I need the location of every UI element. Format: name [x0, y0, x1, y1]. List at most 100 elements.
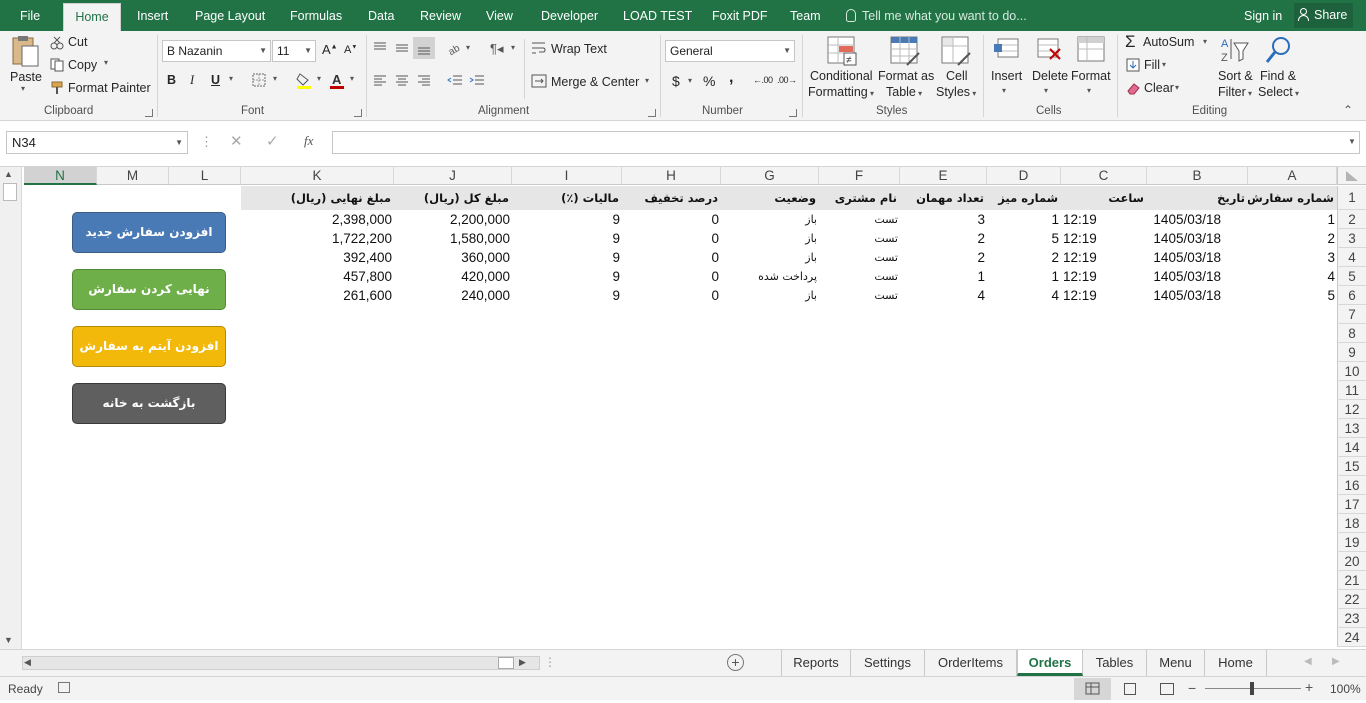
row-header[interactable]: 3: [1337, 229, 1366, 248]
percent-button[interactable]: %: [703, 73, 715, 89]
header-cell-discount[interactable]: درصد تخفیف: [622, 186, 721, 210]
prev-sheet-icon[interactable]: ◀: [1304, 656, 1312, 667]
cancel-icon[interactable]: ✕: [230, 132, 243, 150]
row-header[interactable]: 4: [1337, 248, 1366, 267]
table-cell[interactable]: 1,722,200: [241, 229, 394, 248]
hscroll-thumb[interactable]: [498, 657, 514, 669]
table-cell[interactable]: تست: [819, 229, 900, 248]
table-cell[interactable]: 9: [512, 248, 622, 267]
table-cell[interactable]: 12:19: [1061, 229, 1147, 248]
back-to-home-button[interactable]: بازگشت به خانه: [72, 383, 226, 424]
zoom-level[interactable]: 100%: [1330, 682, 1361, 696]
number-format-select[interactable]: General ▼: [665, 40, 795, 62]
tell-me-box[interactable]: Tell me what you want to do...: [846, 0, 1027, 31]
font-color-icon[interactable]: A: [329, 72, 345, 92]
sheet-tab-settings[interactable]: Settings: [851, 650, 925, 676]
table-cell[interactable]: باز: [721, 248, 819, 267]
increase-decimal-icon[interactable]: ←.00: [753, 75, 773, 85]
scrollbar-thumb[interactable]: [3, 183, 17, 201]
expand-formula-icon[interactable]: ▼: [1348, 137, 1356, 146]
table-cell[interactable]: تست: [819, 286, 900, 305]
format-button[interactable]: Format: [1071, 69, 1111, 83]
underline-dropdown-icon[interactable]: ▾: [229, 74, 233, 83]
cut-button[interactable]: Cut: [68, 35, 87, 49]
table-cell[interactable]: 1405/03/18: [1147, 229, 1223, 248]
column-header-j[interactable]: J: [394, 167, 512, 185]
header-cell-time[interactable]: ساعت: [1061, 186, 1147, 210]
new-sheet-icon[interactable]: +: [727, 654, 744, 671]
column-header-n[interactable]: N: [24, 167, 97, 185]
table-cell[interactable]: 9: [512, 210, 622, 229]
zoom-out-icon[interactable]: −: [1188, 680, 1196, 696]
tab-developer[interactable]: Developer: [535, 0, 604, 31]
table-cell[interactable]: 0: [622, 267, 721, 286]
clear-button[interactable]: Clear: [1144, 81, 1174, 95]
row-header[interactable]: 14: [1337, 438, 1366, 457]
next-sheet-icon[interactable]: ▶: [1332, 656, 1340, 667]
font-launcher-icon[interactable]: [354, 109, 362, 117]
tab-home[interactable]: Home: [63, 3, 121, 31]
table-cell[interactable]: 12:19: [1061, 286, 1147, 305]
table-cell[interactable]: 0: [622, 286, 721, 305]
insert-button[interactable]: Insert: [991, 69, 1022, 83]
row-header[interactable]: 15: [1337, 457, 1366, 476]
bold-button[interactable]: B: [167, 73, 176, 87]
direction-dropdown-icon[interactable]: ▾: [511, 43, 515, 52]
column-header-a[interactable]: A: [1248, 167, 1337, 185]
table-cell[interactable]: 1: [987, 210, 1061, 229]
row-header[interactable]: 17: [1337, 495, 1366, 514]
formula-input[interactable]: [332, 131, 1360, 154]
zoom-slider-thumb[interactable]: [1250, 682, 1254, 695]
grow-font-icon[interactable]: A▲: [322, 42, 338, 57]
add-item-to-order-button[interactable]: افزودن آیتم به سفارش: [72, 326, 226, 367]
sheet-tab-orders[interactable]: Orders: [1017, 650, 1083, 676]
table-cell[interactable]: 12:19: [1061, 248, 1147, 267]
page-layout-view-icon[interactable]: [1124, 683, 1136, 695]
table-cell[interactable]: 1: [987, 267, 1061, 286]
header-cell-tax[interactable]: مالیات (٪): [512, 186, 622, 210]
align-right-icon[interactable]: [417, 74, 431, 91]
header-cell-date[interactable]: تاریخ: [1147, 186, 1248, 210]
column-header-d[interactable]: D: [987, 167, 1061, 185]
align-bottom-icon[interactable]: [413, 37, 435, 59]
format-as-table-line1[interactable]: Format as: [878, 69, 934, 83]
table-cell[interactable]: 1405/03/18: [1147, 286, 1223, 305]
fill-dropdown-icon[interactable]: ▾: [1162, 60, 1166, 69]
row-header[interactable]: 20: [1337, 552, 1366, 571]
orientation-icon[interactable]: ab: [447, 41, 463, 58]
tab-formulas[interactable]: Formulas: [284, 0, 348, 31]
tab-review[interactable]: Review: [414, 0, 467, 31]
shrink-font-icon[interactable]: A▼: [344, 44, 357, 56]
table-cell[interactable]: 0: [622, 210, 721, 229]
table-cell[interactable]: 2,200,000: [394, 210, 512, 229]
format-painter-button[interactable]: Format Painter: [68, 81, 151, 95]
currency-button[interactable]: $: [672, 73, 680, 89]
fill-button[interactable]: Fill: [1144, 58, 1160, 72]
table-cell[interactable]: تست: [819, 210, 900, 229]
table-cell[interactable]: 1: [900, 267, 987, 286]
finalize-order-button[interactable]: نهایی کردن سفارش: [72, 269, 226, 310]
row-header[interactable]: 12: [1337, 400, 1366, 419]
format-dropdown-icon[interactable]: ▾: [1087, 86, 1091, 95]
table-cell[interactable]: 9: [512, 286, 622, 305]
orientation-dropdown-icon[interactable]: ▾: [466, 43, 470, 52]
table-cell[interactable]: 261,600: [241, 286, 394, 305]
table-cell[interactable]: باز: [721, 229, 819, 248]
worksheet-grid[interactable]: N M L K J I H G F E D C B A 1 2 3 4 5 6 …: [0, 167, 1366, 649]
column-header-g[interactable]: G: [721, 167, 819, 185]
table-cell[interactable]: 1,580,000: [394, 229, 512, 248]
find-select-line2[interactable]: Select ▾: [1258, 85, 1299, 99]
table-cell[interactable]: 9: [512, 229, 622, 248]
italic-button[interactable]: I: [190, 73, 194, 88]
row-header[interactable]: 6: [1337, 286, 1366, 305]
format-as-table-line2[interactable]: Table ▾: [886, 85, 922, 99]
tab-foxit-pdf[interactable]: Foxit PDF: [706, 0, 774, 31]
table-cell[interactable]: 2: [900, 229, 987, 248]
fill-color-dropdown-icon[interactable]: ▾: [317, 74, 321, 83]
tab-load-test[interactable]: LOAD TEST: [617, 0, 698, 31]
sheet-tab-orderitems[interactable]: OrderItems: [925, 650, 1017, 676]
delete-button[interactable]: Delete: [1032, 69, 1068, 83]
merge-center-button[interactable]: Merge & Center: [551, 75, 639, 89]
table-cell[interactable]: 1: [1248, 210, 1337, 229]
table-cell[interactable]: 2: [987, 248, 1061, 267]
